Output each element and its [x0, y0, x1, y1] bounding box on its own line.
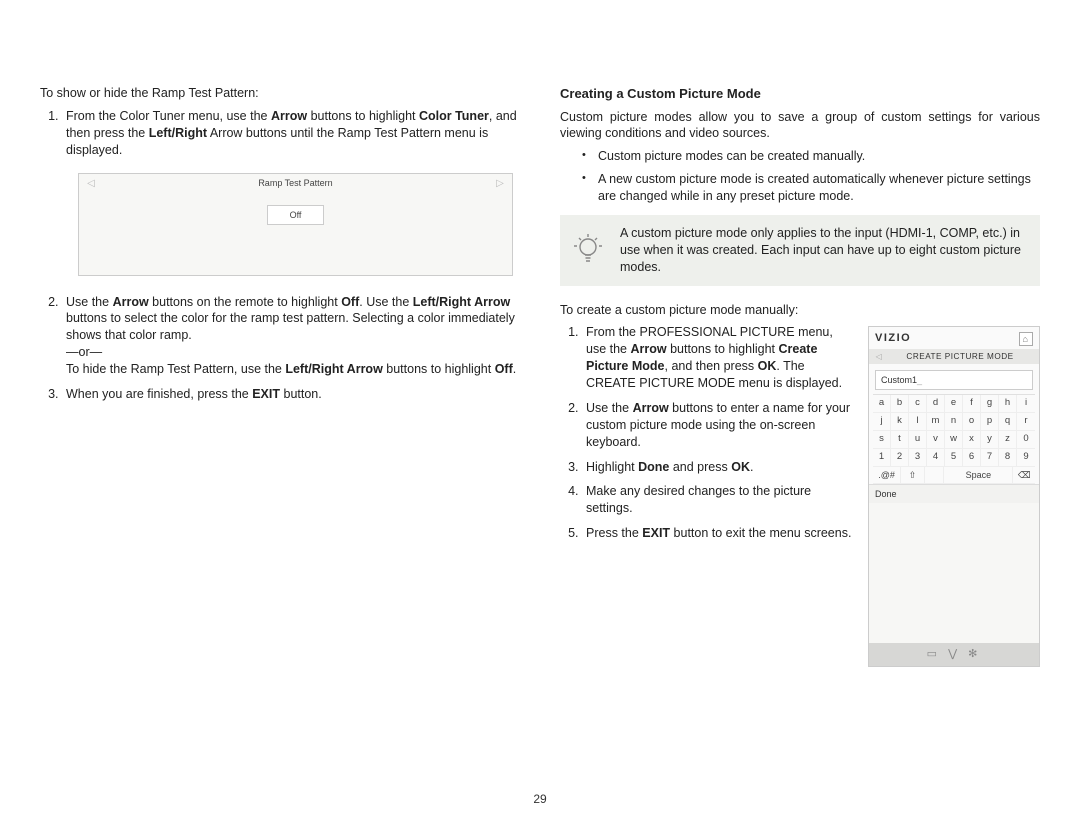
key[interactable]: o	[963, 413, 981, 430]
left-step-3: When you are finished, press the EXIT bu…	[62, 386, 520, 403]
key[interactable]: u	[909, 431, 927, 448]
key[interactable]: w	[945, 431, 963, 448]
right-heading: Creating a Custom Picture Mode	[560, 85, 1040, 103]
lightbulb-icon	[570, 225, 606, 276]
key[interactable]: c	[909, 395, 927, 412]
key[interactable]: 0	[1017, 431, 1035, 448]
page-number: 29	[0, 792, 1080, 806]
right-column: Creating a Custom Picture Mode Custom pi…	[560, 85, 1040, 673]
key[interactable]: 8	[999, 449, 1017, 466]
tip-box: A custom picture mode only applies to th…	[560, 215, 1040, 286]
key[interactable]: f	[963, 395, 981, 412]
key[interactable]: q	[999, 413, 1017, 430]
kbd-row-4: 123456789	[873, 449, 1035, 467]
home-icon[interactable]: ⌂	[1019, 332, 1033, 346]
key[interactable]: y	[981, 431, 999, 448]
or-separator: —or—	[66, 344, 520, 361]
left-intro: To show or hide the Ramp Test Pattern:	[40, 85, 520, 102]
device-done-row[interactable]: Done	[869, 484, 1039, 503]
right-bullets: Custom picture modes can be created manu…	[560, 148, 1040, 205]
key[interactable]: h	[999, 395, 1017, 412]
ramp-left-arrow-icon[interactable]: ◁	[79, 177, 103, 191]
left-steps: From the Color Tuner menu, use the Arrow…	[40, 108, 520, 403]
device-brand: VIZIO	[875, 331, 911, 346]
color-tuner-bold: Color Tuner	[419, 109, 489, 123]
key[interactable]: e	[945, 395, 963, 412]
key[interactable]: 6	[963, 449, 981, 466]
key[interactable]: 2	[891, 449, 909, 466]
key[interactable]: p	[981, 413, 999, 430]
key[interactable]: l	[909, 413, 927, 430]
key[interactable]: a	[873, 395, 891, 412]
key[interactable]: t	[891, 431, 909, 448]
key[interactable]: j	[873, 413, 891, 430]
kbd-row-2: jklmnopqr	[873, 413, 1035, 431]
key[interactable]: z	[999, 431, 1017, 448]
ramp-right-arrow-icon[interactable]: ▷	[488, 177, 512, 191]
bullet-1: Custom picture modes can be created manu…	[582, 148, 1040, 165]
key[interactable]: 1	[873, 449, 891, 466]
device-name-input[interactable]: Custom1_	[875, 370, 1033, 390]
ramp-test-pattern-box: ◁ Ramp Test Pattern ▷ Off	[78, 173, 513, 276]
key-symbols[interactable]: .@#	[873, 467, 901, 483]
device-subheader: ◁ CREATE PICTURE MODE	[869, 349, 1039, 364]
key[interactable]: d	[927, 395, 945, 412]
key[interactable]: x	[963, 431, 981, 448]
key[interactable]: b	[891, 395, 909, 412]
ramp-body: Off	[79, 195, 512, 275]
key[interactable]: 7	[981, 449, 999, 466]
create-intro: To create a custom picture mode manually…	[560, 302, 1040, 319]
left-column: To show or hide the Ramp Test Pattern: F…	[40, 85, 520, 673]
kbd-row-fn: .@# ⇧ Space ⌫	[873, 467, 1035, 484]
kbd-row-3: stuvwxyz0	[873, 431, 1035, 449]
ramp-header: ◁ Ramp Test Pattern ▷	[79, 174, 512, 195]
key[interactable]: 5	[945, 449, 963, 466]
device-header: VIZIO ⌂	[869, 327, 1039, 349]
key[interactable]: s	[873, 431, 891, 448]
key[interactable]: 3	[909, 449, 927, 466]
key[interactable]: k	[891, 413, 909, 430]
left-step-1: From the Color Tuner menu, use the Arrow…	[62, 108, 520, 276]
device-back-arrow-icon[interactable]: ◁	[873, 351, 885, 362]
key[interactable]: 4	[927, 449, 945, 466]
key[interactable]: n	[945, 413, 963, 430]
key-shift-icon[interactable]: ⇧	[901, 467, 925, 483]
key[interactable]: 9	[1017, 449, 1035, 466]
device-subtitle: CREATE PICTURE MODE	[885, 351, 1035, 362]
key-blank[interactable]	[925, 467, 944, 483]
kbd-row-1: abcdefghi	[873, 395, 1035, 413]
ramp-title: Ramp Test Pattern	[103, 177, 488, 189]
key[interactable]: r	[1017, 413, 1035, 430]
arrow-bold: Arrow	[271, 109, 307, 123]
key[interactable]: g	[981, 395, 999, 412]
ramp-off-button[interactable]: Off	[267, 205, 325, 225]
leftright-bold: Left/Right	[149, 126, 207, 140]
bullet-2: A new custom picture mode is created aut…	[582, 171, 1040, 205]
device-footer-icons[interactable]: ▭ ⋁ ✻	[869, 643, 1039, 666]
key-backspace-icon[interactable]: ⌫	[1013, 467, 1035, 483]
key[interactable]: m	[927, 413, 945, 430]
key[interactable]: v	[927, 431, 945, 448]
right-intro: Custom picture modes allow you to save a…	[560, 109, 1040, 143]
device-keyboard: abcdefghi jklmnopqr stuvwxyz0 123456789	[873, 394, 1035, 483]
device-blank-area	[869, 503, 1039, 643]
key[interactable]: i	[1017, 395, 1035, 412]
tip-text: A custom picture mode only applies to th…	[620, 225, 1028, 276]
device-create-picture-mode: VIZIO ⌂ ◁ CREATE PICTURE MODE Custom1_ a…	[868, 326, 1040, 666]
left-step-2: Use the Arrow buttons on the remote to h…	[62, 294, 520, 378]
key-space[interactable]: Space	[944, 467, 1013, 483]
